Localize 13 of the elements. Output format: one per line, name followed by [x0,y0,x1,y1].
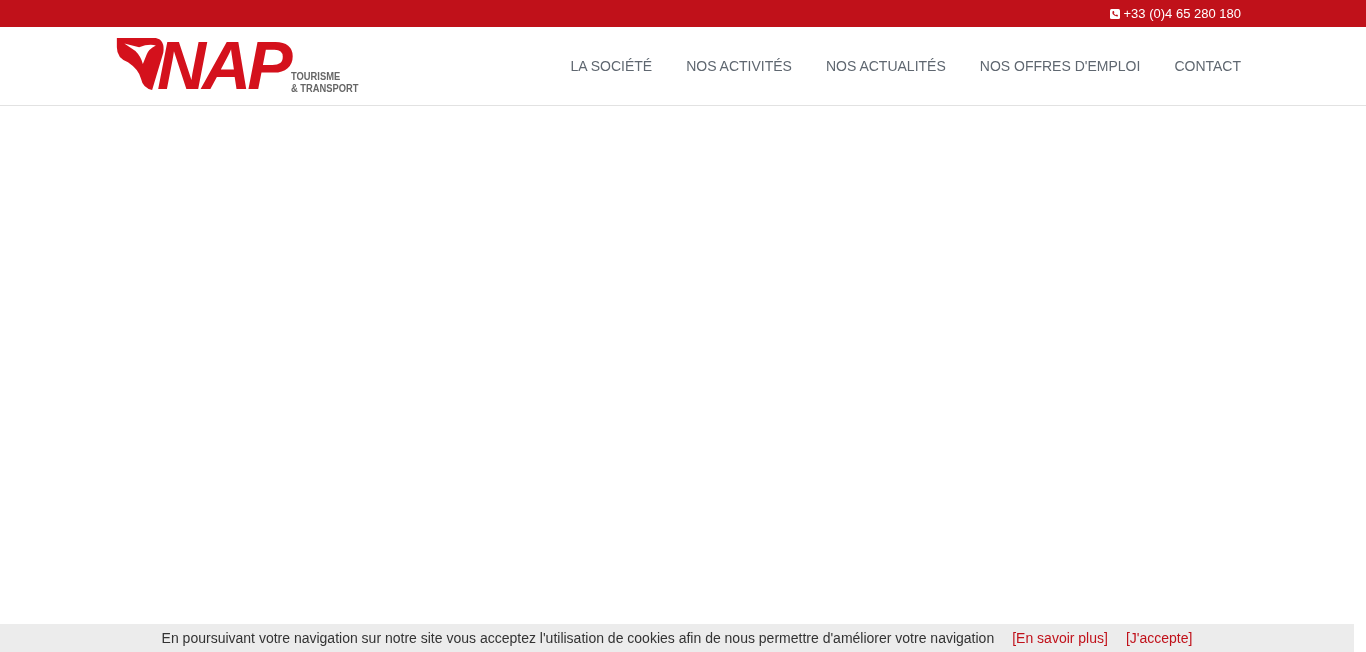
nav-link[interactable]: CONTACT [1174,58,1241,74]
phone-number: +33 (0)4 65 280 180 [1123,6,1241,21]
nav-link[interactable]: NOS ACTIVITÉS [686,58,792,74]
logo-tagline: & TRANSPORT [290,82,359,94]
cookie-link[interactable]: [J'accepte] [1125,630,1193,646]
cookie-link[interactable]: [En savoir plus] [1012,630,1108,646]
logo-wordmark: NAP [157,35,289,95]
phone-icon [1109,8,1120,19]
logo-tagline: TOURISME [290,70,341,82]
nav-link[interactable]: NOS ACTUALITÉS [825,58,946,74]
cookie-message: En poursuivant votre navigation sur notre site vous acceptez l'utilisation de cookies afin de nous permettre d'améliorer votre navigation [161,630,995,646]
nav-link[interactable]: LA SOCIÉTÉ [570,58,653,74]
nav-link[interactable]: NOS OFFRES D'EMPLOI [979,58,1141,74]
